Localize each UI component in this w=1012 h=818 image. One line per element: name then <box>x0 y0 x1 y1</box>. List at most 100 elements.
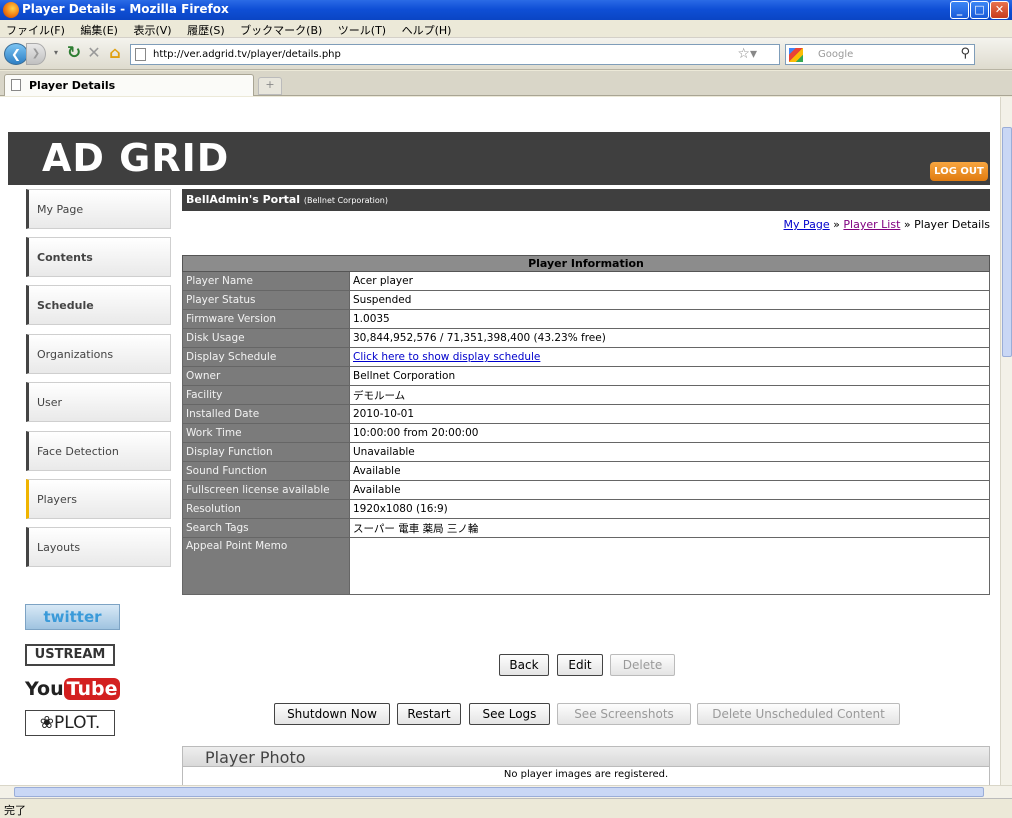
tab-player-details[interactable]: Player Details <box>4 74 254 96</box>
table-row: Owner Bellnet Corporation <box>182 366 990 386</box>
row-value: Click here to show display schedule <box>349 347 990 367</box>
stop-icon[interactable]: ✕ <box>84 43 104 65</box>
row-value: 30,844,952,576 / 71,351,398,400 (43.23% … <box>349 328 990 348</box>
delete-button[interactable]: Delete <box>610 654 675 676</box>
portal-title: BellAdmin's Portal (Bellnet Corporation) <box>186 193 388 206</box>
menu-help[interactable]: ヘルプ(H) <box>396 20 458 38</box>
edit-button[interactable]: Edit <box>557 654 603 676</box>
twitter-logo[interactable]: twitter <box>25 604 120 630</box>
maximize-button[interactable]: □ <box>970 1 989 19</box>
youtube-tube: Tube <box>63 678 121 700</box>
menu-history[interactable]: 履歴(S) <box>181 20 231 38</box>
plot-logo[interactable]: ❀PLOT. <box>25 710 115 736</box>
menu-view[interactable]: 表示(V) <box>127 20 177 38</box>
row-value: デモルーム <box>349 385 990 405</box>
logout-button[interactable]: LOG OUT <box>930 162 988 181</box>
table-row: Resolution 1920x1080 (16:9) <box>182 499 990 519</box>
player-photo-body: No player images are registered. <box>182 767 990 785</box>
home-icon[interactable]: ⌂ <box>104 43 126 65</box>
status-bar: 完了 <box>0 798 1012 818</box>
player-photo-header: Player Photo <box>182 746 990 767</box>
ustream-logo[interactable]: USTREAM <box>25 644 115 666</box>
menu-file[interactable]: ファイル(F) <box>0 20 71 38</box>
url-text: http://ver.adgrid.tv/player/details.php <box>153 49 341 60</box>
horizontal-scrollbar[interactable] <box>0 785 1012 798</box>
row-value: Suspended <box>349 290 990 310</box>
sidebar-item-label: Organizations <box>37 348 114 361</box>
menu-edit[interactable]: 編集(E) <box>74 20 124 38</box>
sidebar-item-label: Players <box>37 493 77 506</box>
sidebar-item-schedule[interactable]: Schedule <box>26 285 171 325</box>
search-placeholder: Google <box>818 49 854 60</box>
search-box[interactable]: Google ⚲ <box>785 44 975 65</box>
row-value <box>349 537 990 595</box>
adgrid-logo[interactable]: AD GRID <box>42 136 229 180</box>
table-row: Player Name Acer player <box>182 271 990 291</box>
url-bar[interactable]: http://ver.adgrid.tv/player/details.php … <box>130 44 780 65</box>
breadcrumb-sep: » <box>829 218 844 231</box>
sidebar-item-label: User <box>37 396 63 409</box>
sidebar-item-face-detection[interactable]: Face Detection <box>26 431 171 471</box>
row-value: Unavailable <box>349 442 990 462</box>
sidebar-item-user[interactable]: User <box>26 382 171 422</box>
row-label: Work Time <box>182 423 350 443</box>
plot-logo-text: PLOT. <box>53 713 101 733</box>
row-value: 10:00:00 from 20:00:00 <box>349 423 990 443</box>
scrollbar-thumb[interactable] <box>14 787 984 797</box>
row-label: Display Schedule <box>182 347 350 367</box>
window-title: Player Details - Mozilla Firefox <box>22 2 229 16</box>
table-row: Facility デモルーム <box>182 385 990 405</box>
display-schedule-link[interactable]: Click here to show display schedule <box>353 351 540 363</box>
page-icon <box>11 79 21 91</box>
google-icon <box>789 48 803 62</box>
table-row: Display Function Unavailable <box>182 442 990 462</box>
scrollbar-thumb[interactable] <box>1002 127 1012 357</box>
sidebar-item-layouts[interactable]: Layouts <box>26 527 171 567</box>
site-header: AD GRID LOG OUT <box>8 132 990 185</box>
table-row: Firmware Version 1.0035 <box>182 309 990 329</box>
shutdown-now-button[interactable]: Shutdown Now <box>274 703 390 725</box>
menu-bar: ファイル(F) 編集(E) 表示(V) 履歴(S) ブックマーク(B) ツール(… <box>0 20 1012 38</box>
sidebar-item-contents[interactable]: Contents <box>26 237 171 277</box>
history-dropdown-icon[interactable]: ▾ <box>50 43 62 65</box>
search-icon[interactable]: ⚲ <box>960 46 970 61</box>
status-text: 完了 <box>4 804 26 817</box>
sidebar-item-players[interactable]: Players <box>26 479 171 519</box>
table-row: Disk Usage 30,844,952,576 / 71,351,398,40… <box>182 328 990 348</box>
bookmark-star-icon[interactable]: ☆▾ <box>737 46 757 62</box>
delete-unscheduled-content-button[interactable]: Delete Unscheduled Content <box>697 703 900 725</box>
new-tab-button[interactable]: + <box>258 77 282 95</box>
table-row: Appeal Point Memo <box>182 537 990 595</box>
table-header: Player Information <box>182 255 990 272</box>
reload-icon[interactable]: ↻ <box>64 43 84 65</box>
see-logs-button[interactable]: See Logs <box>469 703 550 725</box>
back-arrow-icon[interactable]: ❮ <box>4 43 28 65</box>
window-titlebar: Player Details - Mozilla Firefox _ □ ✕ <box>0 0 1012 20</box>
minimize-button[interactable]: _ <box>950 1 969 19</box>
forward-arrow-icon[interactable]: ❯ <box>26 43 46 65</box>
youtube-logo[interactable]: You Tube <box>25 674 121 704</box>
back-button[interactable]: Back <box>499 654 549 676</box>
tab-strip: Player Details + <box>0 71 1012 96</box>
sidebar-item-mypage[interactable]: My Page <box>26 189 171 229</box>
row-value: 1.0035 <box>349 309 990 329</box>
portal-name: BellAdmin's Portal <box>186 193 301 206</box>
youtube-you: You <box>25 678 64 700</box>
row-label: Resolution <box>182 499 350 519</box>
breadcrumb-mypage[interactable]: My Page <box>784 218 830 231</box>
row-label: Owner <box>182 366 350 386</box>
breadcrumb-player-list[interactable]: Player List <box>843 218 900 231</box>
row-label: Appeal Point Memo <box>182 537 350 595</box>
table-row: Player Status Suspended <box>182 290 990 310</box>
close-button[interactable]: ✕ <box>990 1 1009 19</box>
plot-logo-icon: ❀ <box>39 713 54 733</box>
sidebar-item-label: Contents <box>37 251 93 264</box>
vertical-scrollbar[interactable] <box>1000 97 1012 785</box>
menu-tools[interactable]: ツール(T) <box>332 20 392 38</box>
sidebar-item-label: Schedule <box>37 299 94 312</box>
table-row: Fullscreen license available Available <box>182 480 990 500</box>
sidebar-item-organizations[interactable]: Organizations <box>26 334 171 374</box>
see-screenshots-button[interactable]: See Screenshots <box>557 703 691 725</box>
restart-button[interactable]: Restart <box>397 703 461 725</box>
menu-bookmarks[interactable]: ブックマーク(B) <box>234 20 328 38</box>
